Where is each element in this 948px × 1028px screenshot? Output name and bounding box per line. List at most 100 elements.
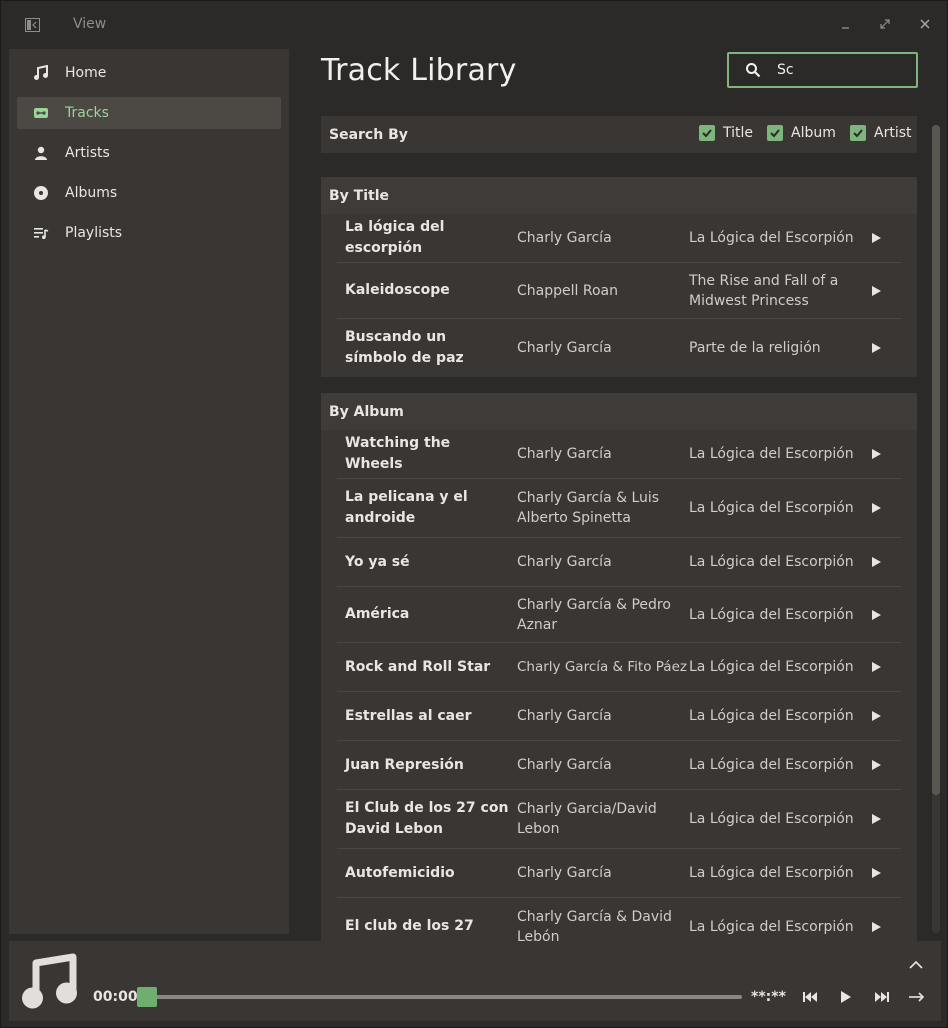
section-heading: By Album — [321, 393, 917, 430]
cassette-icon — [33, 105, 49, 121]
play-icon[interactable] — [869, 231, 883, 245]
sidebar-item-artists[interactable]: Artists — [17, 137, 281, 169]
section-by-title: By Title La lógica del escorpión Charly … — [321, 177, 917, 377]
scrollbar-thumb[interactable] — [932, 125, 940, 795]
track-row[interactable]: Watching the Wheels Charly García La Lóg… — [337, 430, 901, 479]
play-icon[interactable] — [869, 341, 883, 355]
checkbox-label: Artist — [874, 125, 912, 141]
track-artist: Charly García — [517, 230, 612, 246]
track-artist: Chappell Roan — [517, 282, 618, 299]
close-icon[interactable] — [916, 15, 934, 33]
progress-handle[interactable] — [137, 987, 157, 1007]
title-bar: View — [1, 1, 947, 47]
track-title: Rock and Roll Star — [345, 658, 491, 675]
track-title: El Club de los 27 con David Lebon — [345, 800, 509, 837]
music-note-icon — [33, 65, 49, 81]
sidebar-item-tracks[interactable]: Tracks — [17, 97, 281, 129]
search-input[interactable]: Sc — [727, 52, 918, 88]
play-icon[interactable] — [869, 501, 883, 515]
track-row[interactable]: Kaleidoscope Chappell Roan The Rise and … — [337, 263, 901, 319]
track-album: La Lógica del Escorpión — [689, 606, 854, 623]
checkmark-icon[interactable] — [850, 125, 866, 141]
track-title: Juan Represión — [345, 756, 464, 773]
play-icon[interactable] — [869, 866, 883, 880]
track-title: Yo ya sé — [345, 553, 410, 570]
skip-previous-icon[interactable] — [801, 989, 819, 1005]
track-artist: Charly García — [517, 757, 612, 773]
search-value[interactable]: Sc — [777, 62, 794, 78]
track-title: Watching the Wheels — [345, 435, 451, 472]
track-row[interactable]: América Charly García & Pedro Aznar La L… — [337, 587, 901, 643]
play-icon[interactable] — [869, 555, 883, 569]
sidebar-item-albums[interactable]: Albums — [17, 177, 281, 209]
section-heading: By Title — [321, 177, 917, 214]
section-by-album: By Album Watching the Wheels Charly Garc… — [321, 393, 917, 941]
play-icon[interactable] — [869, 447, 883, 461]
sidebar-item-playlists[interactable]: Playlists — [17, 217, 281, 249]
track-album: La Lógica del Escorpión — [689, 708, 854, 724]
play-icon[interactable] — [869, 284, 883, 298]
track-row[interactable]: Juan Represión Charly García La Lógica d… — [337, 741, 901, 790]
sidebar-toggle-icon[interactable] — [25, 17, 40, 32]
page-title: Track Library — [321, 53, 517, 88]
track-row[interactable]: Buscando un símbolo de paz Charly García… — [337, 319, 901, 377]
checkmark-icon[interactable] — [699, 125, 715, 141]
chevron-up-icon[interactable] — [907, 957, 925, 971]
sidebar-item-label: Home — [65, 65, 107, 81]
track-title: La pelicana y el androide — [345, 489, 468, 526]
track-album: La Lógica del Escorpión — [689, 918, 854, 935]
checkmark-icon[interactable] — [767, 125, 783, 141]
track-album: La Lógica del Escorpión — [689, 659, 854, 675]
sidebar-item-label: Albums — [65, 185, 118, 201]
person-icon — [33, 145, 49, 161]
track-row[interactable]: Rock and Roll Star Charly García & Fito … — [337, 643, 901, 692]
track-title: La lógica del escorpión — [345, 219, 445, 256]
track-row[interactable]: La pelicana y el androide Charly García … — [337, 479, 901, 538]
play-icon[interactable] — [869, 709, 883, 723]
maximize-icon[interactable] — [876, 15, 894, 33]
app-window: View Home Tracks Artists Albums Playlist… — [0, 0, 948, 1028]
play-icon[interactable] — [869, 660, 883, 674]
track-artist: Charly Garcia/David Lebon — [517, 801, 657, 837]
track-artist: Charly García — [517, 865, 612, 881]
checkbox-title[interactable]: Title — [699, 125, 753, 141]
track-row[interactable]: Estrellas al caer Charly García La Lógic… — [337, 692, 901, 741]
checkbox-artist[interactable]: Artist — [850, 125, 912, 141]
progress-bar[interactable] — [139, 995, 742, 999]
view-menu[interactable]: View — [73, 16, 106, 32]
track-artist: Charly García — [517, 340, 612, 356]
track-row[interactable]: El club de los 27 Charly García & David … — [337, 898, 901, 941]
track-row[interactable]: El Club de los 27 con David Lebon Charly… — [337, 790, 901, 849]
repeat-mode-icon[interactable] — [908, 989, 926, 1005]
current-time: 00:00 — [93, 989, 138, 1005]
play-icon[interactable] — [869, 758, 883, 772]
track-artist: Charly García & Fito Páez — [517, 659, 687, 675]
track-artist: Charly García & Luis Alberto Spinetta — [517, 490, 660, 526]
track-title: Kaleidoscope — [345, 282, 450, 298]
play-icon[interactable] — [869, 608, 883, 622]
track-album: La Lógica del Escorpión — [689, 811, 854, 827]
checkbox-album[interactable]: Album — [767, 125, 836, 141]
player-bar: 00:00 **:** — [9, 941, 941, 1021]
play-icon[interactable] — [869, 812, 883, 826]
minimize-icon[interactable] — [837, 15, 855, 33]
track-album: La Lógica del Escorpión — [689, 554, 854, 570]
sidebar-item-label: Tracks — [65, 105, 109, 121]
track-row[interactable]: La lógica del escorpión Charly García La… — [337, 214, 901, 263]
track-title: El club de los 27 — [345, 918, 474, 934]
track-artist: Charly García & Pedro Aznar — [517, 596, 671, 633]
sidebar: Home Tracks Artists Albums Playlists — [9, 49, 289, 934]
sidebar-item-home[interactable]: Home — [17, 57, 281, 89]
track-title: Estrellas al caer — [345, 707, 472, 724]
disc-icon — [33, 185, 49, 201]
checkbox-label: Title — [723, 125, 754, 141]
track-artist: Charly García — [517, 446, 612, 462]
skip-next-icon[interactable] — [873, 989, 891, 1005]
track-artist: Charly García — [517, 554, 612, 570]
play-icon[interactable] — [837, 989, 855, 1005]
track-title: América — [345, 606, 410, 622]
track-row[interactable]: Yo ya sé Charly García La Lógica del Esc… — [337, 538, 901, 587]
sidebar-item-label: Playlists — [65, 225, 123, 241]
play-icon[interactable] — [869, 920, 883, 934]
track-row[interactable]: Autofemicidio Charly García La Lógica de… — [337, 849, 901, 898]
